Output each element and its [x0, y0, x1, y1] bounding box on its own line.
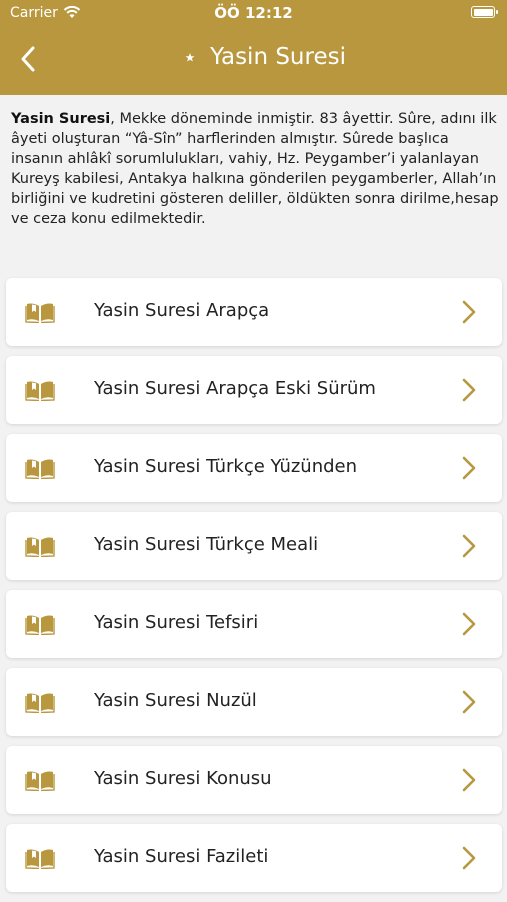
list-item[interactable]: Yasin Suresi Arapça Eski Sürüm: [6, 356, 502, 424]
chevron-right-icon: [462, 534, 476, 558]
open-book-icon: [25, 535, 55, 558]
open-book-icon: [25, 379, 55, 402]
list-item[interactable]: Yasin Suresi Konusu: [6, 746, 502, 814]
open-book-icon: [25, 301, 55, 324]
menu-list: Yasin Suresi Arapça Yasin Suresi Arapça E…: [6, 278, 502, 902]
status-bar: Carrier ÖÖ 12:12: [0, 0, 507, 28]
chevron-right-icon: [462, 768, 476, 792]
intro-text: Yasin Suresi, Mekke döneminde inmiştir. …: [11, 109, 499, 229]
list-item-label: Yasin Suresi Arapça Eski Sürüm: [94, 378, 376, 399]
list-item-label: Yasin Suresi Türkçe Meali: [94, 534, 319, 555]
list-item[interactable]: Yasin Suresi Türkçe Meali: [6, 512, 502, 580]
chevron-right-icon: [462, 456, 476, 480]
open-book-icon: [25, 613, 55, 636]
list-item[interactable]: Yasin Suresi Arapça: [6, 278, 502, 346]
chevron-right-icon: [462, 300, 476, 324]
chevron-right-icon: [462, 690, 476, 714]
list-item[interactable]: Yasin Suresi Fazileti: [6, 824, 502, 892]
chevron-right-icon: [462, 378, 476, 402]
chevron-right-icon: [462, 612, 476, 636]
open-book-icon: [25, 457, 55, 480]
open-book-icon: [25, 691, 55, 714]
list-item-label: Yasin Suresi Nuzül: [94, 690, 257, 711]
list-item[interactable]: Yasin Suresi Türkçe Yüzünden: [6, 434, 502, 502]
navigation-bar: Carrier ÖÖ 12:12 Yasin Suresi: [0, 0, 507, 95]
intro-bold: Yasin Suresi: [11, 111, 111, 127]
list-item-label: Yasin Suresi Konusu: [94, 768, 272, 789]
intro-body: , Mekke döneminde inmiştir. 83 âyettir. …: [11, 111, 499, 227]
list-item-label: Yasin Suresi Tefsiri: [94, 612, 259, 633]
list-item-label: Yasin Suresi Fazileti: [94, 846, 269, 867]
list-item[interactable]: Yasin Suresi Nuzül: [6, 668, 502, 736]
open-book-icon: [25, 847, 55, 870]
page-title: Yasin Suresi: [210, 44, 346, 70]
status-time: ÖÖ 12:12: [214, 4, 293, 22]
list-item-label: Yasin Suresi Türkçe Yüzünden: [94, 456, 358, 477]
list-item[interactable]: Yasin Suresi Tefsiri: [6, 590, 502, 658]
list-item-label: Yasin Suresi Arapça: [94, 300, 270, 321]
crescent-star-icon: [165, 44, 195, 70]
battery-icon: [471, 6, 498, 18]
chevron-right-icon: [462, 846, 476, 870]
open-book-icon: [25, 769, 55, 792]
header-title-group: Yasin Suresi: [0, 42, 507, 76]
